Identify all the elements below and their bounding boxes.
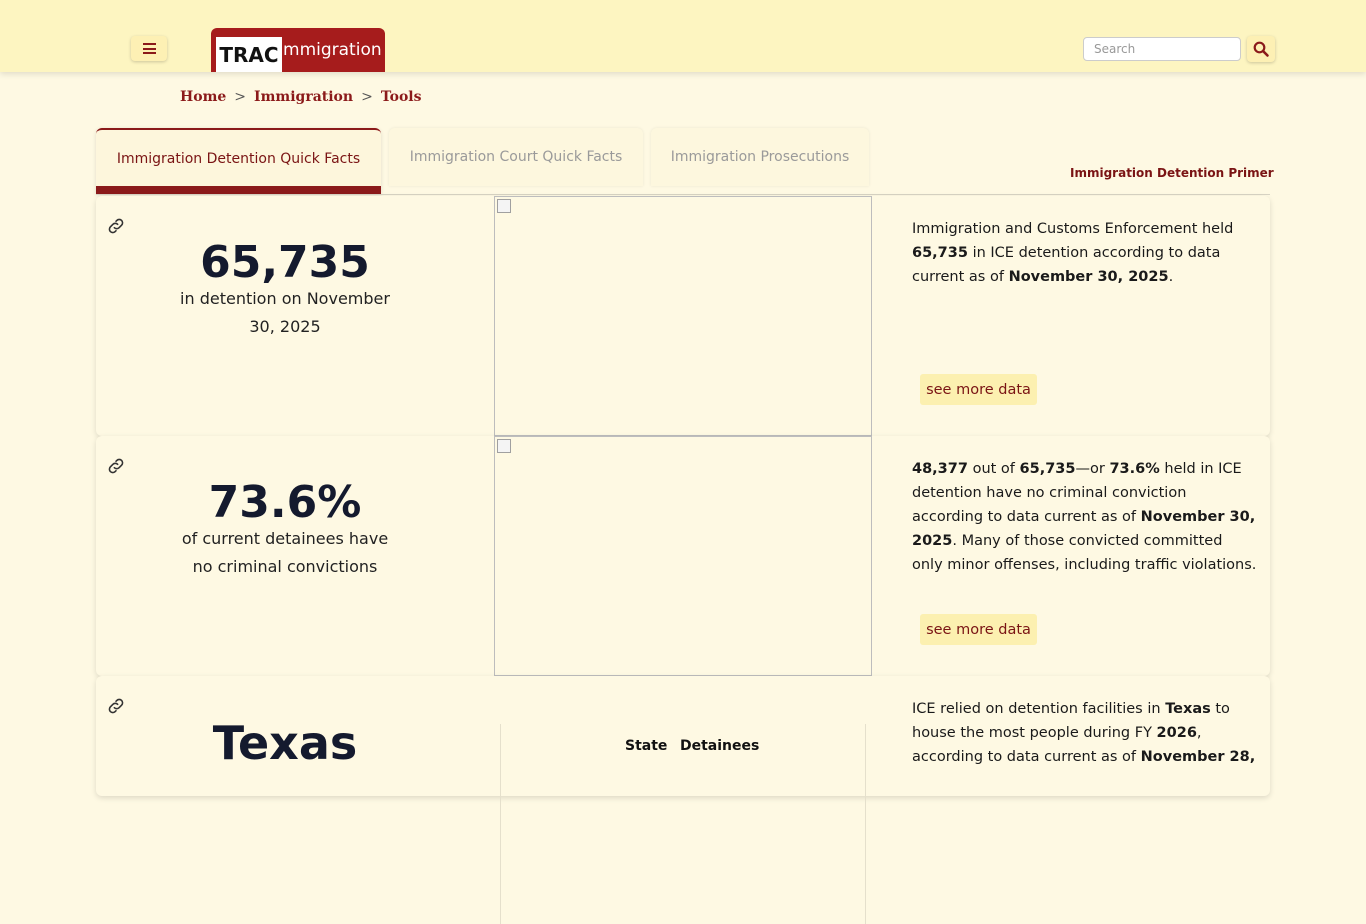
- fact-subtitle: of current detainees have no criminal co…: [181, 529, 389, 576]
- state-table: State Detainees: [500, 724, 866, 924]
- broken-image-icon: [497, 439, 511, 453]
- tab-label: Immigration Court Quick Facts: [409, 149, 623, 165]
- tab-label: Immigration Prosecutions: [670, 149, 850, 165]
- detention-primer-link[interactable]: Immigration Detention Primer: [1070, 166, 1274, 180]
- breadcrumb-tools[interactable]: Tools: [381, 89, 422, 105]
- chart-image: [494, 436, 872, 676]
- tab-immigration-prosecutions[interactable]: Immigration Prosecutions: [651, 128, 869, 186]
- breadcrumb-separator: >: [234, 89, 247, 105]
- search-input[interactable]: [1083, 37, 1241, 61]
- fact-description: Immigration and Customs Enforcement held…: [912, 221, 1234, 285]
- table-header-detainees: Detainees: [680, 738, 760, 754]
- fact-card-no-convictions: 73.6% of current detainees have no crimi…: [96, 436, 1270, 676]
- link-icon[interactable]: [106, 456, 126, 476]
- breadcrumb-immigration[interactable]: Immigration: [254, 89, 353, 105]
- logo-immigration-text: Immigration: [278, 40, 382, 60]
- fact-description: 48,377 out of 65,735—or 73.6% held in IC…: [912, 461, 1257, 573]
- broken-image-icon: [497, 199, 511, 213]
- top-header: TRAC Immigration: [0, 0, 1366, 72]
- tab-divider: [96, 194, 1270, 195]
- link-icon[interactable]: [106, 696, 126, 716]
- fact-subtitle: in detention on November 30, 2025: [180, 289, 390, 336]
- logo-trac-text: TRAC: [216, 37, 282, 72]
- table-header-state: State: [625, 738, 668, 754]
- see-more-data-button[interactable]: see more data: [920, 614, 1037, 645]
- fact-big-value: Texas: [212, 716, 358, 770]
- breadcrumb-home[interactable]: Home: [180, 89, 226, 105]
- link-icon[interactable]: [106, 216, 126, 236]
- breadcrumb-separator: >: [361, 89, 373, 105]
- search-icon: [1253, 41, 1269, 57]
- fact-description: ICE relied on detention facilities in Te…: [912, 701, 1256, 765]
- tab-court-quick-facts[interactable]: Immigration Court Quick Facts: [389, 128, 643, 186]
- chart-image: [494, 196, 872, 436]
- tab-detention-quick-facts[interactable]: Immigration Detention Quick Facts: [96, 128, 381, 194]
- hamburger-icon: [142, 43, 156, 54]
- search-button[interactable]: [1247, 36, 1275, 62]
- breadcrumb: Home > Immigration > Tools: [180, 89, 422, 105]
- site-logo[interactable]: TRAC Immigration: [211, 28, 385, 72]
- fact-card-top-state: Texas State Detainees ICE relied on dete…: [96, 676, 1270, 924]
- see-more-data-button[interactable]: see more data: [920, 374, 1037, 405]
- active-tab-indicator: [96, 186, 381, 194]
- fact-card-detention-count: 65,735 in detention on November 30, 2025…: [96, 196, 1270, 436]
- menu-button[interactable]: [131, 36, 167, 61]
- tab-label: Immigration Detention Quick Facts: [116, 151, 361, 167]
- fact-big-value: 65,735: [200, 237, 370, 288]
- fact-big-value: 73.6%: [208, 477, 362, 528]
